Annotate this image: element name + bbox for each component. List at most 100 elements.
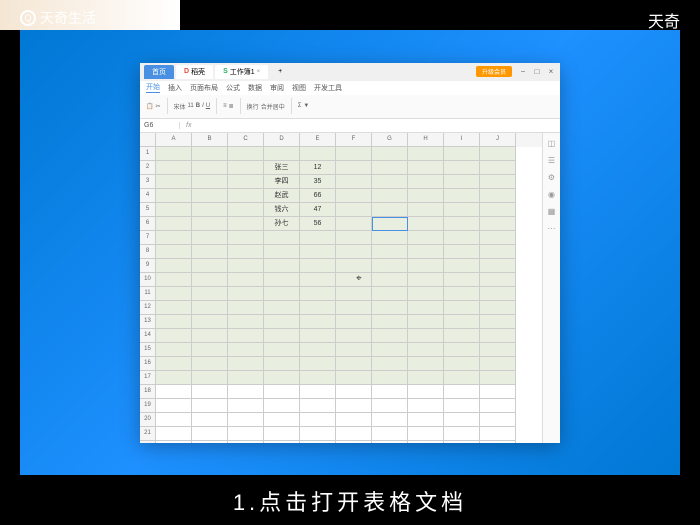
cell[interactable] — [228, 427, 264, 441]
cell[interactable] — [300, 385, 336, 399]
col-header[interactable]: G — [372, 133, 408, 147]
cell[interactable] — [300, 441, 336, 443]
cell[interactable] — [336, 245, 372, 259]
cell[interactable]: 李四 — [264, 175, 300, 189]
cell[interactable] — [264, 343, 300, 357]
cell[interactable] — [300, 357, 336, 371]
cell[interactable]: 12 — [300, 161, 336, 175]
cell[interactable] — [228, 413, 264, 427]
cell[interactable]: 66 — [300, 189, 336, 203]
cell[interactable] — [336, 287, 372, 301]
cell[interactable] — [264, 245, 300, 259]
cell[interactable] — [192, 161, 228, 175]
cell[interactable] — [192, 371, 228, 385]
cell[interactable] — [408, 385, 444, 399]
cell[interactable] — [156, 315, 192, 329]
cell[interactable] — [480, 175, 516, 189]
row-header[interactable]: 1 — [140, 147, 156, 161]
col-header[interactable]: E — [300, 133, 336, 147]
cell[interactable] — [408, 217, 444, 231]
cell[interactable] — [156, 273, 192, 287]
row-header[interactable]: 7 — [140, 231, 156, 245]
cell[interactable] — [192, 385, 228, 399]
align-center-icon[interactable]: ≣ — [229, 103, 234, 110]
cell[interactable] — [336, 273, 372, 287]
row-header[interactable]: 22 — [140, 441, 156, 443]
cell[interactable] — [408, 161, 444, 175]
cell[interactable] — [228, 371, 264, 385]
row-header[interactable]: 2 — [140, 161, 156, 175]
cell[interactable] — [336, 231, 372, 245]
cell[interactable] — [480, 385, 516, 399]
new-tab-button[interactable]: + — [270, 66, 290, 77]
cell[interactable] — [372, 273, 408, 287]
cell[interactable] — [192, 259, 228, 273]
close-button[interactable]: × — [546, 67, 556, 77]
cell[interactable] — [300, 245, 336, 259]
cell[interactable] — [444, 287, 480, 301]
cell[interactable] — [300, 399, 336, 413]
col-header[interactable]: H — [408, 133, 444, 147]
cell[interactable] — [372, 147, 408, 161]
cell[interactable] — [300, 329, 336, 343]
cell[interactable] — [480, 357, 516, 371]
filter-button[interactable]: ▼ — [303, 103, 309, 109]
sum-button[interactable]: Σ — [298, 103, 302, 109]
cell[interactable] — [336, 147, 372, 161]
cell[interactable] — [336, 343, 372, 357]
cell[interactable] — [480, 147, 516, 161]
font-select[interactable]: 宋体 — [174, 102, 186, 111]
cell[interactable] — [228, 357, 264, 371]
wrap-button[interactable]: 换行 — [247, 102, 259, 111]
cell[interactable] — [192, 231, 228, 245]
cell[interactable] — [444, 427, 480, 441]
cell[interactable] — [336, 161, 372, 175]
cell[interactable] — [372, 203, 408, 217]
cell[interactable] — [372, 175, 408, 189]
cell[interactable] — [156, 385, 192, 399]
cell[interactable] — [372, 413, 408, 427]
row-header[interactable]: 4 — [140, 189, 156, 203]
cell[interactable] — [264, 273, 300, 287]
cell[interactable] — [372, 245, 408, 259]
sidebar-icon[interactable]: ☰ — [548, 156, 555, 165]
cell[interactable] — [336, 301, 372, 315]
menu-start[interactable]: 开始 — [146, 82, 160, 93]
row-header[interactable]: 9 — [140, 259, 156, 273]
cell[interactable] — [156, 399, 192, 413]
cell[interactable] — [336, 175, 372, 189]
merge-button[interactable]: 合并居中 — [261, 102, 285, 111]
col-header[interactable]: A — [156, 133, 192, 147]
cell[interactable] — [372, 357, 408, 371]
maximize-button[interactable]: □ — [532, 67, 542, 77]
cell[interactable] — [192, 343, 228, 357]
cell[interactable] — [336, 357, 372, 371]
cell[interactable] — [444, 399, 480, 413]
cell[interactable] — [264, 231, 300, 245]
cell[interactable] — [444, 315, 480, 329]
cell[interactable] — [156, 175, 192, 189]
cell[interactable] — [264, 329, 300, 343]
minimize-button[interactable]: − — [518, 67, 528, 77]
cell[interactable] — [480, 217, 516, 231]
cell[interactable] — [408, 175, 444, 189]
cell[interactable] — [156, 161, 192, 175]
cell[interactable] — [264, 441, 300, 443]
cell[interactable] — [156, 413, 192, 427]
cell[interactable] — [372, 343, 408, 357]
cell[interactable] — [192, 357, 228, 371]
cell[interactable] — [480, 427, 516, 441]
cell[interactable]: 47 — [300, 203, 336, 217]
cell[interactable] — [444, 245, 480, 259]
cell[interactable] — [228, 385, 264, 399]
cell[interactable] — [228, 441, 264, 443]
cell[interactable] — [444, 441, 480, 443]
cell[interactable] — [228, 329, 264, 343]
cell[interactable] — [372, 385, 408, 399]
cell[interactable] — [156, 245, 192, 259]
cell[interactable] — [192, 175, 228, 189]
cell[interactable] — [228, 273, 264, 287]
cell[interactable] — [156, 231, 192, 245]
cell[interactable] — [480, 287, 516, 301]
cell[interactable] — [228, 399, 264, 413]
